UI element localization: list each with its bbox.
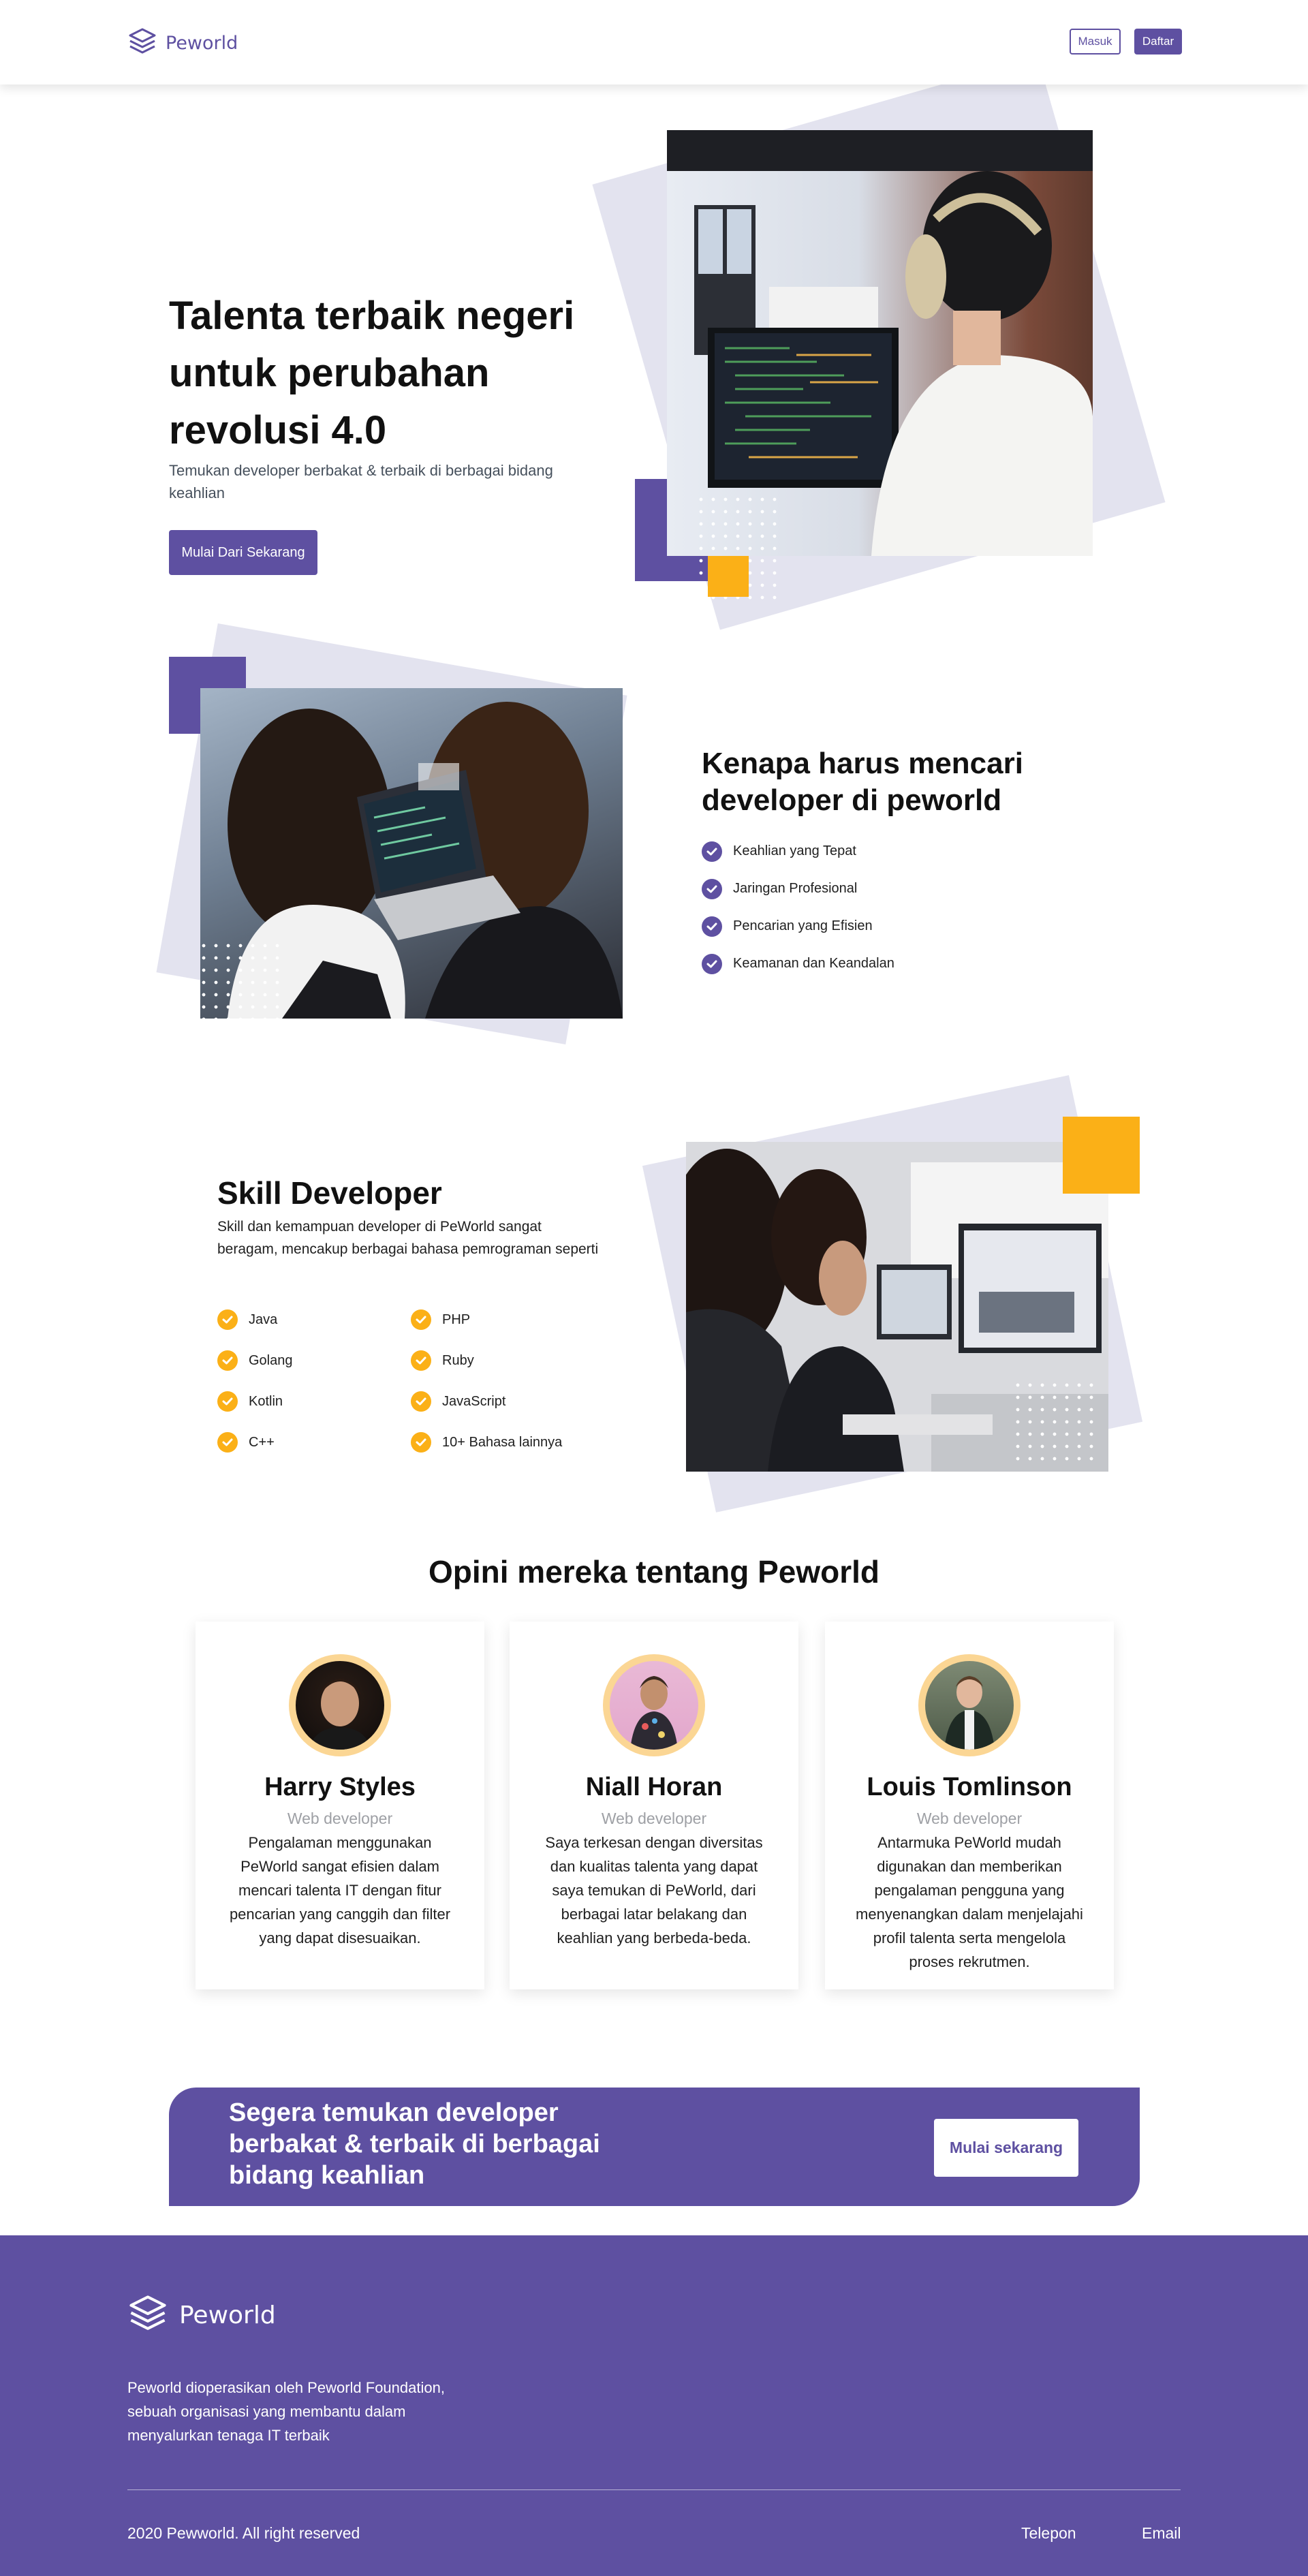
brand-name: Peworld [166, 33, 238, 54]
check-circle-icon [217, 1391, 238, 1412]
skill-item-label: C++ [249, 1434, 275, 1450]
skill-item: Golang [217, 1340, 411, 1381]
hero-section: Talenta terbaik negeri untuk perubahan r… [0, 57, 1308, 630]
skill-description: Skill dan kemampuan developer di PeWorld… [217, 1219, 599, 1257]
footer-link-phone[interactable]: Telepon [1021, 2524, 1076, 2543]
testimonial-quote: Saya terkesan dengan diversitas dan kual… [545, 1834, 763, 1946]
avatar [603, 1654, 705, 1756]
navbar: Peworld Masuk Daftar [0, 0, 1308, 84]
check-circle-icon [411, 1350, 431, 1371]
check-circle-icon [411, 1309, 431, 1330]
hero-photo-developer [667, 130, 1093, 556]
footer-copyright: 2020 Pewworld. All right reserved [127, 2524, 360, 2542]
skill-dot-pattern [1012, 1379, 1100, 1468]
why-item-label: Jaringan Profesional [733, 881, 858, 896]
check-circle-icon [411, 1391, 431, 1412]
check-circle-icon [702, 878, 722, 899]
login-button[interactable]: Masuk [1070, 29, 1121, 55]
skill-item-label: Java [249, 1312, 278, 1327]
avatar [289, 1654, 391, 1756]
skill-item: JavaScript [411, 1381, 599, 1422]
footer-about: Peworld dioperasikan oleh Peworld Founda… [127, 2379, 445, 2444]
why-title: Kenapa harus mencari developer di peworl… [702, 747, 1023, 817]
why-item-label: Keahlian yang Tepat [733, 843, 856, 858]
skill-item: PHP [411, 1299, 599, 1340]
skill-item: Ruby [411, 1340, 599, 1381]
skill-title: Skill Developer [217, 1175, 442, 1211]
check-circle-icon [702, 841, 722, 862]
why-dot-pattern [198, 940, 286, 1025]
cta-banner-text: Segera temukan developer berbakat & terb… [229, 2098, 600, 2190]
testimonial-name: Niall Horan [585, 1773, 723, 1801]
testimonial-role: Web developer [601, 1810, 707, 1827]
footer-brand-name: Peworld [179, 2301, 276, 2329]
footer-link-email[interactable]: Email [1142, 2524, 1181, 2543]
cta-banner-button[interactable]: Mulai sekarang [934, 2119, 1078, 2177]
hero-title: Talenta terbaik negeri untuk perubahan r… [169, 294, 575, 452]
skill-item-label: Kotlin [249, 1393, 283, 1409]
check-circle-icon [217, 1432, 238, 1453]
layers-icon [127, 27, 157, 59]
avatar [918, 1654, 1021, 1756]
cta-banner: Segera temukan developer berbakat & terb… [169, 2088, 1140, 2206]
register-button[interactable]: Daftar [1134, 29, 1182, 55]
check-circle-icon [217, 1309, 238, 1330]
why-item-label: Keamanan dan Keandalan [733, 956, 894, 971]
why-checklist: Keahlian yang Tepat Jaringan Profesional… [702, 833, 894, 982]
why-item-label: Pencarian yang Efisien [733, 918, 873, 933]
skill-list: Java PHP Golang Ruby Kotlin JavaScript C… [217, 1299, 599, 1463]
testimonial-role: Web developer [287, 1810, 393, 1827]
skill-item-label: PHP [442, 1312, 471, 1327]
cta-banner-section: Segera temukan developer berbakat & terb… [0, 2088, 1308, 2235]
testimonial-card: Louis Tomlinson Web developer Antarmuka … [825, 1621, 1114, 1989]
skill-item-label: Golang [249, 1352, 293, 1368]
why-item: Keahlian yang Tepat [702, 833, 894, 870]
check-circle-icon [411, 1432, 431, 1453]
testimonial-card: Niall Horan Web developer Saya terkesan … [510, 1621, 798, 1989]
testimonial-quote: Antarmuka PeWorld mudah digunakan dan me… [856, 1834, 1083, 1970]
why-section: Kenapa harus mencari developer di peworl… [0, 623, 1308, 1106]
check-circle-icon [217, 1350, 238, 1371]
skill-item-label: JavaScript [442, 1393, 506, 1409]
testimonial-role: Web developer [916, 1810, 1023, 1827]
check-circle-icon [702, 953, 722, 974]
hero-subtitle: Temukan developer berbakat & terbaik di … [169, 462, 553, 501]
footer: Peworld Peworld dioperasikan oleh Peworl… [0, 2235, 1308, 2576]
hero-decor-square-small [708, 556, 749, 597]
check-circle-icon [702, 916, 722, 937]
footer-divider [127, 2489, 1181, 2490]
skill-item: C++ [217, 1422, 411, 1463]
testimonials-title: Opini mereka tentang Peworld [428, 1554, 880, 1589]
testimonial-quote: Pengalaman menggunakan PeWorld sangat ef… [229, 1834, 451, 1946]
testimonial-card: Harry Styles Web developer Pengalaman me… [196, 1621, 484, 1989]
skill-item: Java [217, 1299, 411, 1340]
skill-section: Skill Developer Skill dan kemampuan deve… [0, 1075, 1308, 1529]
testimonials-section: Opini mereka tentang Peworld Harry Style… [0, 1529, 1308, 2088]
why-item: Keamanan dan Keandalan [702, 945, 894, 982]
skill-item: Kotlin [217, 1381, 411, 1422]
footer-logo[interactable]: Peworld [127, 2294, 276, 2337]
testimonial-name: Louis Tomlinson [867, 1773, 1072, 1801]
skill-item: 10+ Bahasa lainnya [411, 1422, 599, 1463]
why-item: Pencarian yang Efisien [702, 907, 894, 945]
skill-item-label: 10+ Bahasa lainnya [442, 1434, 563, 1450]
hero-cta-button[interactable]: Mulai Dari Sekarang [169, 530, 317, 575]
skill-item-label: Ruby [442, 1352, 474, 1368]
brand-logo[interactable]: Peworld [127, 27, 238, 59]
why-item: Jaringan Profesional [702, 870, 894, 907]
testimonial-name: Harry Styles [264, 1773, 416, 1801]
skill-decor-square [1063, 1117, 1140, 1194]
layers-icon [127, 2294, 168, 2337]
